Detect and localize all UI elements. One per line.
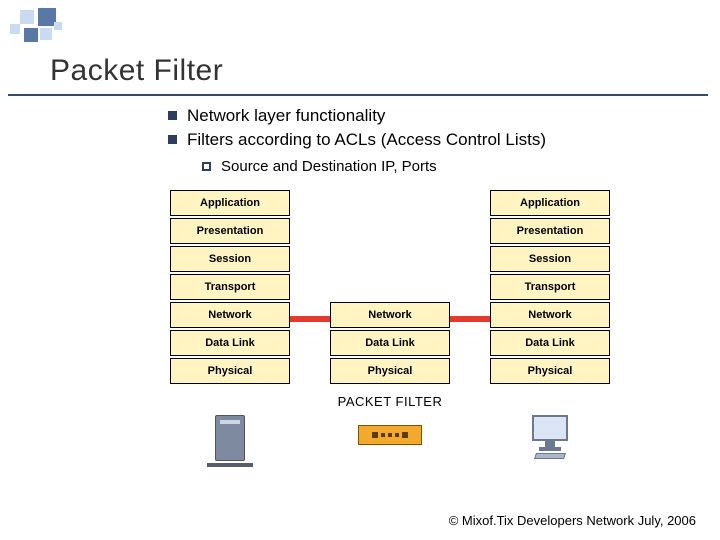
layer-network: Network [330, 302, 450, 328]
layer-physical: Physical [330, 358, 450, 384]
pc-icon [490, 415, 610, 467]
layer-session: Session [170, 246, 290, 272]
layer-transport: Transport [490, 274, 610, 300]
slide-decoration [10, 8, 100, 48]
layer-application: Application [170, 190, 290, 216]
osi-stack-left: Application Presentation Session Transpo… [170, 190, 290, 386]
open-square-bullet-icon [202, 162, 211, 171]
device-row [170, 415, 610, 467]
osi-stack-right: Application Presentation Session Transpo… [490, 190, 610, 386]
slide-title: Packet Filter [50, 54, 223, 88]
layer-datalink: Data Link [330, 330, 450, 356]
bullet-text: Filters according to ACLs (Access Contro… [187, 128, 546, 152]
layer-physical: Physical [490, 358, 610, 384]
layer-network: Network [490, 302, 610, 328]
server-icon [170, 415, 290, 467]
layer-presentation: Presentation [170, 218, 290, 244]
bullet-item: Network layer functionality [168, 104, 546, 128]
layer-transport: Transport [170, 274, 290, 300]
firewall-icon [330, 415, 450, 467]
footer-copyright: © Mixof.Tix Developers Network July, 200… [449, 513, 696, 528]
layer-datalink: Data Link [490, 330, 610, 356]
layer-presentation: Presentation [490, 218, 610, 244]
square-bullet-icon [168, 111, 177, 120]
sub-bullet-item: Source and Destination IP, Ports [202, 156, 546, 177]
bullet-list: Network layer functionality Filters acco… [168, 104, 546, 177]
slide: Packet Filter Network layer functionalit… [0, 0, 720, 540]
layer-application: Application [490, 190, 610, 216]
diagram-caption: PACKET FILTER [170, 394, 610, 409]
layer-datalink: Data Link [170, 330, 290, 356]
bullet-item: Filters according to ACLs (Access Contro… [168, 128, 546, 152]
osi-diagram: Application Presentation Session Transpo… [170, 190, 610, 467]
layer-network: Network [170, 302, 290, 328]
square-bullet-icon [168, 135, 177, 144]
layer-physical: Physical [170, 358, 290, 384]
layer-session: Session [490, 246, 610, 272]
sub-bullet-text: Source and Destination IP, Ports [221, 156, 437, 177]
bullet-text: Network layer functionality [187, 104, 385, 128]
title-rule [8, 94, 708, 96]
osi-stack-filter: Network Data Link Physical [330, 302, 450, 386]
